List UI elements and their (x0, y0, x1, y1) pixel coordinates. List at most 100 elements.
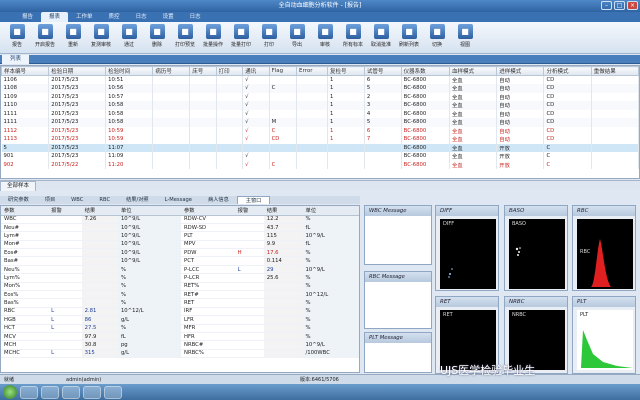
menu-item-2[interactable]: 工作单 (68, 12, 101, 22)
result-row[interactable]: Lym%% (1, 273, 181, 283)
taskbar-app-icon[interactable] (41, 385, 59, 399)
table-row[interactable]: 901 2017/5/23 11:09 √ BC-6800 全血 开放 C (1, 152, 640, 161)
result-row[interactable]: Lym# 10^9/L (1, 231, 181, 241)
column-header[interactable]: 检验时间 (105, 66, 154, 76)
taskbar-app-icon[interactable] (83, 385, 101, 399)
result-row[interactable]: NRBC% /100WBC (181, 349, 359, 359)
column-header[interactable]: 床号 (189, 66, 217, 76)
table-row[interactable]: 1111 2017/5/23 10:58 √ M 1 5 BC-6800 全血 自动 CD (1, 118, 640, 127)
minimize-button[interactable]: – (601, 1, 612, 10)
menu-item-6[interactable]: 日志 (182, 12, 209, 22)
result-row[interactable]: PDW H 17.6% (181, 248, 359, 258)
column-header[interactable]: 通讯 (242, 66, 270, 76)
toolbar-button-13[interactable]: ■ 取消批准 (367, 22, 395, 54)
column-header[interactable]: 仪器系数 (400, 66, 451, 76)
table-row[interactable]: 1111 2017/5/23 10:58 √ 1 4 BC-6800 全血 自动 CD (1, 109, 640, 118)
column-header[interactable]: 检验日期 (48, 66, 107, 76)
table-row[interactable]: 1108 2017/5/23 10:56 √ C 1 5 BC-6800 全血 自动 CD (1, 84, 640, 93)
menu-item-1[interactable]: 报表 (41, 12, 69, 22)
close-button[interactable]: × (627, 1, 638, 10)
menu-item-4[interactable]: 日志 (128, 12, 155, 22)
start-button[interactable] (3, 385, 17, 399)
sub-tab-2[interactable]: WBC (63, 196, 91, 204)
table-row[interactable]: 1109 2017/5/23 10:57 √ 1 2 BC-6800 全血 自动 CD (1, 92, 640, 101)
column-header[interactable]: Error (296, 66, 328, 76)
result-row[interactable]: Neu# 10^9/L (1, 223, 181, 233)
result-row[interactable]: RET% (181, 298, 359, 308)
toolbar-button-10[interactable]: ■ 导出 (283, 22, 311, 54)
toolbar-button-9[interactable]: ■ 打印 (255, 22, 283, 54)
result-row[interactable]: Mon# 10^9/L (1, 240, 181, 250)
result-row[interactable]: Eos%% (1, 290, 181, 300)
sub-tab-7[interactable]: 主窗口 (236, 196, 271, 204)
result-row[interactable]: Neu%% (1, 265, 181, 275)
result-row[interactable]: Bas%% (1, 298, 181, 308)
result-row[interactable]: RDW-CV 12.2% (181, 215, 359, 224)
result-row[interactable]: MCH 30.8 pg (1, 340, 181, 350)
result-row[interactable]: PLT 115 10^9/L (181, 231, 359, 241)
toolbar-button-1[interactable]: ■ 开启报告 (31, 22, 59, 54)
result-row[interactable]: WBC 7.26 10^9/L (1, 215, 181, 224)
sub-tab-3[interactable]: RBC (91, 196, 118, 204)
table-row[interactable]: 1110 2017/5/23 10:58 √ 1 3 BC-6800 全血 自动 CD (1, 101, 640, 110)
sub-tab-1[interactable]: 项目 (37, 196, 63, 204)
result-row[interactable]: LFR% (181, 315, 359, 325)
maximize-button[interactable]: □ (614, 1, 625, 10)
column-header[interactable]: 试管号 (363, 66, 402, 76)
menu-item-3[interactable]: 质控 (101, 12, 128, 22)
result-row[interactable]: P-LCR 25.6% (181, 273, 359, 283)
sub-tab-5[interactable]: L-Message (157, 196, 200, 204)
taskbar-app-icon[interactable] (20, 385, 38, 399)
result-row[interactable]: Bas# 10^9/L (1, 256, 181, 266)
result-row[interactable]: RBC L 2.81 10^12/L (1, 307, 181, 317)
toolbar-button-0[interactable]: ■ 报告 (3, 22, 31, 54)
taskbar-app-icon[interactable] (62, 385, 80, 399)
result-row[interactable]: PCT 0.114% (181, 256, 359, 266)
result-row[interactable]: RET%% (181, 282, 359, 292)
column-header[interactable]: 病历号 (152, 66, 191, 76)
toolbar-button-15[interactable]: ■ 切换 (423, 22, 451, 54)
result-row[interactable]: MPV 9.9 fL (181, 240, 359, 250)
menu-item-5[interactable]: 设置 (155, 12, 182, 22)
taskbar-app-icon[interactable] (104, 385, 122, 399)
result-row[interactable]: HCT L 27.5% (1, 324, 181, 333)
table-row[interactable]: 1112 2017/5/23 10:59 √ C 1 6 BC-6800 全血 自动 CD (1, 126, 640, 135)
result-row[interactable]: Mon%% (1, 282, 181, 292)
result-row[interactable]: P-LCC L 29 10^9/L (181, 265, 359, 275)
toolbar-button-16[interactable]: ■ 视图 (451, 22, 479, 54)
toolbar-button-2[interactable]: ■ 重新 (59, 22, 87, 54)
toolbar-button-14[interactable]: ■ 刷新列表 (395, 22, 423, 54)
toolbar-button-4[interactable]: ■ 通过 (115, 22, 143, 54)
result-row[interactable]: RDW-SD 43.7 fL (181, 223, 359, 233)
result-row[interactable]: MCV 97.9 fL (1, 332, 181, 342)
column-header[interactable]: 打印 (215, 66, 244, 76)
result-row[interactable]: MFR% (181, 324, 359, 333)
sub-tab-6[interactable]: 病人信息 (200, 196, 237, 204)
tab-list[interactable]: 列表 (2, 55, 30, 64)
column-header[interactable]: 分析模式 (543, 66, 592, 76)
column-header[interactable]: 进样模式 (496, 66, 545, 76)
sub-tab-0[interactable]: 研究参数 (0, 196, 37, 204)
table-row[interactable]: 1113 2017/5/23 10:59 √ CD 1 7 BC-6800 全血 自动 CD (1, 135, 640, 144)
result-row[interactable]: NRBC# 10^9/L (181, 340, 359, 350)
menu-item-0[interactable]: 报告 (14, 12, 41, 22)
sub-tab-4[interactable]: 结果/对照 (118, 196, 157, 204)
table-row[interactable]: 902 2017/5/22 11:20 √ C BC-6800 全血 开放 C (1, 160, 640, 169)
column-header[interactable]: 复检号 (327, 66, 365, 76)
tab-all-samples[interactable]: 全部样本 (0, 181, 37, 191)
toolbar-button-6[interactable]: ■ 打印预览 (171, 22, 199, 54)
column-header[interactable]: 血样模式 (449, 66, 498, 76)
toolbar-button-5[interactable]: ■ 删除 (143, 22, 171, 54)
result-row[interactable]: RET# 10^12/L (181, 290, 359, 300)
toolbar-button-3[interactable]: ■ 复测审核 (87, 22, 115, 54)
toolbar-button-7[interactable]: ■ 批量操作 (199, 22, 227, 54)
column-header[interactable]: 重做结果 (590, 66, 640, 76)
toolbar-button-12[interactable]: ■ 所有标本 (339, 22, 367, 54)
column-header[interactable]: Flag (268, 66, 298, 76)
column-header[interactable]: 样本编号 (0, 66, 50, 76)
toolbar-button-8[interactable]: ■ 批量打印 (227, 22, 255, 54)
result-row[interactable]: IRF% (181, 307, 359, 317)
result-row[interactable]: HFR% (181, 332, 359, 342)
result-row[interactable]: Eos# 10^9/L (1, 248, 181, 258)
table-row[interactable]: 5 2017/5/23 11:07 BC-6800 全血 开放 C (1, 143, 640, 152)
